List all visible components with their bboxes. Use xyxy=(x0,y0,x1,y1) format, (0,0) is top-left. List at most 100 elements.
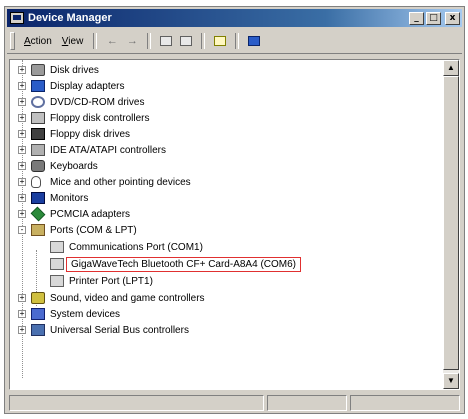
device-manager-app-icon xyxy=(10,12,24,24)
tree-node-lpt1[interactable]: Printer Port (LPT1) xyxy=(50,273,155,289)
vertical-scrollbar[interactable]: ▲ ▼ xyxy=(443,60,459,389)
ide-controller-icon xyxy=(31,144,45,156)
tree-node-ide-controllers[interactable]: + IDE ATA/ATAPI controllers xyxy=(18,142,168,158)
disk-drive-icon xyxy=(31,64,45,76)
tree-node-label: Printer Port (LPT1) xyxy=(69,275,153,287)
com-port-icon xyxy=(50,241,64,253)
tree-node-label: Monitors xyxy=(50,192,89,204)
properties-icon xyxy=(248,36,261,46)
menu-action[interactable]: Action xyxy=(19,36,57,47)
expand-icon[interactable]: + xyxy=(18,98,26,106)
expand-icon[interactable]: + xyxy=(18,114,26,122)
keyboard-icon xyxy=(31,160,45,172)
help-icon xyxy=(214,36,227,46)
tree-node-floppy-disk-controllers[interactable]: + Floppy disk controllers xyxy=(18,110,151,126)
expand-icon[interactable]: + xyxy=(18,326,26,334)
monitor-icon xyxy=(31,192,45,204)
display-adapter-icon xyxy=(31,80,45,92)
properties-button[interactable] xyxy=(246,33,262,49)
window-title: Device Manager xyxy=(28,12,112,24)
close-button[interactable]: x xyxy=(445,11,460,25)
expand-icon[interactable]: + xyxy=(18,162,26,170)
floppy-controller-icon xyxy=(31,112,45,124)
toolbar-separator xyxy=(93,33,98,49)
menu-toolbar: Action View ← → xyxy=(7,29,462,54)
tree-node-label: Mice and other pointing devices xyxy=(50,176,191,188)
tree-node-floppy-disk-drives[interactable]: + Floppy disk drives xyxy=(18,126,132,142)
toolbar-separator xyxy=(147,33,152,49)
pcmcia-icon xyxy=(30,206,46,222)
toolbar-separator xyxy=(235,33,240,49)
com-port-icon xyxy=(50,275,64,287)
scroll-up-button[interactable]: ▲ xyxy=(443,60,459,76)
floppy-drive-icon xyxy=(31,128,45,140)
tree-node-ports[interactable]: - Ports (COM & LPT) xyxy=(18,222,139,238)
tree-node-label: Universal Serial Bus controllers xyxy=(50,324,189,336)
status-panel xyxy=(267,395,347,411)
back-button[interactable]: ← xyxy=(104,33,120,49)
tree-node-label: Display adapters xyxy=(50,80,125,92)
up-one-level-button[interactable] xyxy=(158,33,174,49)
show-hide-tree-button[interactable] xyxy=(178,33,194,49)
tree-node-com1[interactable]: Communications Port (COM1) xyxy=(50,239,205,255)
maximize-button[interactable]: □ xyxy=(426,11,441,25)
tree-node-label: Floppy disk controllers xyxy=(50,112,150,124)
expand-icon[interactable]: + xyxy=(18,294,26,302)
tree-node-usb-controllers[interactable]: + Universal Serial Bus controllers xyxy=(18,322,191,338)
port-icon xyxy=(31,224,45,236)
tree-node-sound-video[interactable]: + Sound, video and game controllers xyxy=(18,290,207,306)
tree-node-keyboards[interactable]: + Keyboards xyxy=(18,158,100,174)
back-arrow-icon: ← xyxy=(106,35,118,47)
expand-icon[interactable]: + xyxy=(18,194,26,202)
title-bar[interactable]: Device Manager _ □ x xyxy=(7,9,462,27)
device-tree: + Disk drives + Display adapters + DVD/C… xyxy=(10,60,443,389)
tree-node-label: PCMCIA adapters xyxy=(50,208,131,220)
scroll-down-button[interactable]: ▼ xyxy=(443,373,459,389)
device-tree-pane: + Disk drives + Display adapters + DVD/C… xyxy=(9,59,460,390)
scrollbar-thumb[interactable] xyxy=(443,76,459,370)
folder-up-icon xyxy=(160,36,173,46)
toolbar-grip[interactable] xyxy=(10,32,15,50)
scroll-down-arrow-icon: ▼ xyxy=(447,376,455,385)
system-device-icon xyxy=(31,308,45,320)
tree-node-label: Floppy disk drives xyxy=(50,128,131,140)
menu-view[interactable]: View xyxy=(57,36,89,47)
help-button[interactable] xyxy=(212,33,228,49)
tree-node-label: Communications Port (COM1) xyxy=(69,241,203,253)
expand-icon[interactable]: + xyxy=(18,310,26,318)
tree-node-pcmcia-adapters[interactable]: + PCMCIA adapters xyxy=(18,206,132,222)
expand-icon[interactable]: + xyxy=(18,178,26,186)
expand-icon[interactable]: + xyxy=(18,130,26,138)
status-panel-main xyxy=(9,395,264,411)
status-panel xyxy=(350,395,460,411)
tree-node-label: Sound, video and game controllers xyxy=(50,292,205,304)
dvd-drive-icon xyxy=(31,96,45,108)
sound-icon xyxy=(31,292,45,304)
toolbar-separator xyxy=(201,33,206,49)
usb-icon xyxy=(31,324,45,336)
expand-icon[interactable]: + xyxy=(18,210,26,218)
expand-icon[interactable]: + xyxy=(18,82,26,90)
tree-node-dvd-cdrom-drives[interactable]: + DVD/CD-ROM drives xyxy=(18,94,146,110)
collapse-icon[interactable]: - xyxy=(18,226,26,234)
tree-node-system-devices[interactable]: + System devices xyxy=(18,306,122,322)
status-bar xyxy=(9,395,460,411)
tree-node-display-adapters[interactable]: + Display adapters xyxy=(18,78,126,94)
tree-node-label: GigaWaveTech Bluetooth CF+ Card-A8A4 (CO… xyxy=(66,256,301,272)
tree-node-disk-drives[interactable]: + Disk drives xyxy=(18,62,101,78)
com-port-icon xyxy=(50,258,64,270)
mouse-icon xyxy=(31,176,41,188)
tree-node-label: Keyboards xyxy=(50,160,98,172)
tree-node-bluetooth-cf-card[interactable]: GigaWaveTech Bluetooth CF+ Card-A8A4 (CO… xyxy=(50,256,301,272)
tree-node-monitors[interactable]: + Monitors xyxy=(18,190,90,206)
tree-node-mice[interactable]: + Mice and other pointing devices xyxy=(18,174,193,190)
expand-icon[interactable]: + xyxy=(18,66,26,74)
minimize-button[interactable]: _ xyxy=(409,11,424,25)
forward-button[interactable]: → xyxy=(124,33,140,49)
expand-icon[interactable]: + xyxy=(18,146,26,154)
tree-node-label: Disk drives xyxy=(50,64,99,76)
tree-node-label: Ports (COM & LPT) xyxy=(50,224,137,236)
forward-arrow-icon: → xyxy=(126,35,138,47)
device-manager-window: Device Manager _ □ x Action View ← → + D… xyxy=(4,6,465,414)
tree-node-label: System devices xyxy=(50,308,121,320)
